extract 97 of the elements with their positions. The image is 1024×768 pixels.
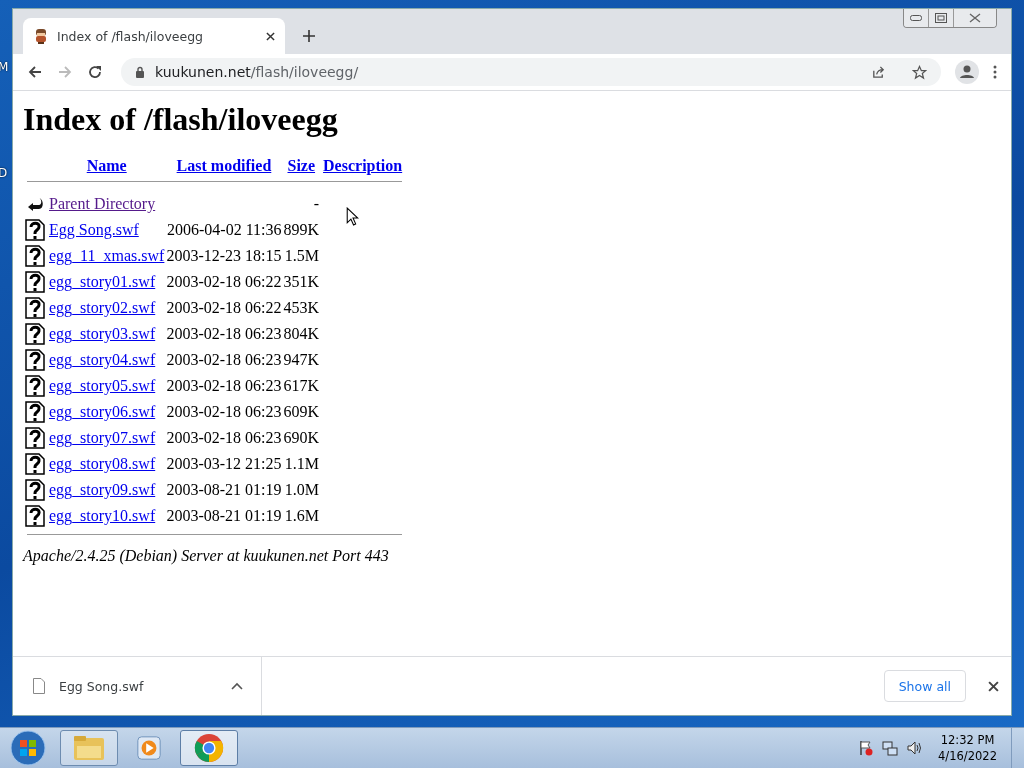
tab-title: Index of /flash/iloveegg <box>57 28 205 44</box>
column-sort-link[interactable]: Last modified <box>176 157 272 174</box>
clock-date: 4/16/2022 <box>938 748 997 764</box>
page-heading: Index of /flash/iloveegg <box>23 101 338 138</box>
mouse-cursor-icon <box>346 207 359 226</box>
desktop-icon-label: M <box>0 60 9 74</box>
modified-date: 2003-02-18 06:23 <box>166 351 282 368</box>
unknown-file-icon <box>25 323 45 345</box>
file-size: 453K <box>283 299 320 316</box>
reload-icon[interactable] <box>87 64 103 80</box>
taskbar-button[interactable] <box>60 730 118 766</box>
close-icon[interactable] <box>988 680 999 692</box>
unknown-file-icon <box>25 479 45 501</box>
download-item[interactable]: Egg Song.swf <box>33 657 262 715</box>
file-link[interactable]: egg_story01.swf <box>49 273 156 290</box>
file-size: 804K <box>283 325 320 342</box>
unknown-file-icon <box>25 427 45 449</box>
menu-icon[interactable] <box>993 64 997 80</box>
clock[interactable]: 12:32 PM 4/16/2022 <box>938 732 997 764</box>
unknown-file-icon <box>25 375 45 397</box>
column-sort-link[interactable]: Size <box>287 157 316 174</box>
taskbar-button[interactable] <box>180 730 238 766</box>
modified-date: 2003-02-18 06:22 <box>166 299 282 316</box>
back-icon[interactable] <box>27 64 43 80</box>
unknown-file-icon <box>25 245 45 267</box>
unknown-file-icon <box>25 271 45 293</box>
file-link[interactable]: egg_story06.swf <box>49 403 156 420</box>
modified-date: 2003-08-21 01:19 <box>166 507 282 524</box>
new-tab-icon[interactable] <box>303 30 315 42</box>
folder-icon <box>73 734 105 762</box>
file-size: 351K <box>283 273 320 290</box>
modified-date: 2003-02-18 06:22 <box>166 273 282 290</box>
unknown-file-icon <box>25 349 45 371</box>
modified-date: 2003-02-18 06:23 <box>166 403 282 420</box>
file-icon <box>33 678 45 694</box>
lock-icon <box>135 66 145 78</box>
chrome-icon <box>194 733 224 763</box>
modified-date: 2003-12-23 18:15 <box>166 247 282 264</box>
address-bar[interactable]: kuukunen.net/flash/iloveegg/ <box>121 58 941 86</box>
file-link[interactable]: egg_story02.swf <box>49 299 156 316</box>
unknown-file-icon <box>25 219 45 241</box>
unknown-file-icon <box>25 401 45 423</box>
file-size: 609K <box>283 403 320 420</box>
caret-icon[interactable] <box>231 682 243 690</box>
file-size: 690K <box>283 429 320 446</box>
file-size: 1.5M <box>284 247 320 264</box>
profile-avatar-icon[interactable] <box>955 60 979 84</box>
file-link[interactable]: Parent Directory <box>49 195 156 212</box>
file-size: 617K <box>283 377 320 394</box>
modified-date: 2003-02-18 06:23 <box>166 377 282 394</box>
close-tab-icon[interactable] <box>266 31 275 41</box>
file-size: 899K <box>283 221 320 238</box>
modified-date: 2003-02-18 06:23 <box>166 325 282 342</box>
show-all-button[interactable]: Show all <box>883 670 966 702</box>
column-sort-link[interactable]: Name <box>86 157 127 174</box>
file-link[interactable]: egg_story05.swf <box>49 377 156 394</box>
action-center-flag-icon[interactable] <box>858 740 875 756</box>
start-button-icon[interactable] <box>10 730 46 766</box>
close-icon <box>968 13 982 23</box>
maximize-icon <box>935 13 947 23</box>
desktop-icon-label: D <box>0 166 9 180</box>
file-link[interactable]: egg_story10.swf <box>49 507 156 524</box>
minimize-icon <box>910 15 922 21</box>
minimize-button[interactable] <box>904 9 929 27</box>
file-size: 1.0M <box>284 481 320 498</box>
download-file-name: Egg Song.swf <box>59 678 144 694</box>
file-link[interactable]: Egg Song.swf <box>49 221 139 238</box>
modified-date: 2006-04-02 11:36 <box>167 221 282 238</box>
maximize-button[interactable] <box>929 9 954 27</box>
mascot-favicon-icon <box>33 28 49 44</box>
file-size: 1.6M <box>284 507 320 524</box>
modified-date: 2003-02-18 06:23 <box>166 429 282 446</box>
file-link[interactable]: egg_story08.swf <box>49 455 156 472</box>
file-link[interactable]: egg_story04.swf <box>49 351 156 368</box>
browser-tab[interactable]: Index of /flash/iloveegg <box>23 18 285 54</box>
bookmark-star-icon[interactable] <box>912 64 927 80</box>
file-link[interactable]: egg_story09.swf <box>49 481 156 498</box>
server-signature: Apache/2.4.25 (Debian) Server at kuukunen.net Port 443 <box>23 547 389 565</box>
file-size: - <box>313 195 320 212</box>
url-text: kuukunen.net/flash/iloveegg/ <box>155 64 359 80</box>
clock-time: 12:32 PM <box>940 732 995 748</box>
file-link[interactable]: egg_11_xmas.swf <box>49 247 165 264</box>
media-player-icon <box>136 735 162 761</box>
close-window-button[interactable] <box>954 9 996 27</box>
share-icon[interactable] <box>871 64 886 80</box>
network-icon[interactable] <box>882 740 899 756</box>
unknown-file-icon <box>25 505 45 527</box>
column-sort-link[interactable]: Description <box>323 157 403 174</box>
speaker-icon[interactable] <box>906 740 923 756</box>
modified-date: 2003-08-21 01:19 <box>166 481 282 498</box>
file-size: 947K <box>283 351 320 368</box>
unknown-file-icon <box>25 453 45 475</box>
modified-date: 2003-03-12 21:25 <box>166 455 282 472</box>
file-link[interactable]: egg_story03.swf <box>49 325 156 342</box>
file-link[interactable]: egg_story07.swf <box>49 429 156 446</box>
file-size: 1.1M <box>284 455 320 472</box>
unknown-file-icon <box>25 297 45 319</box>
